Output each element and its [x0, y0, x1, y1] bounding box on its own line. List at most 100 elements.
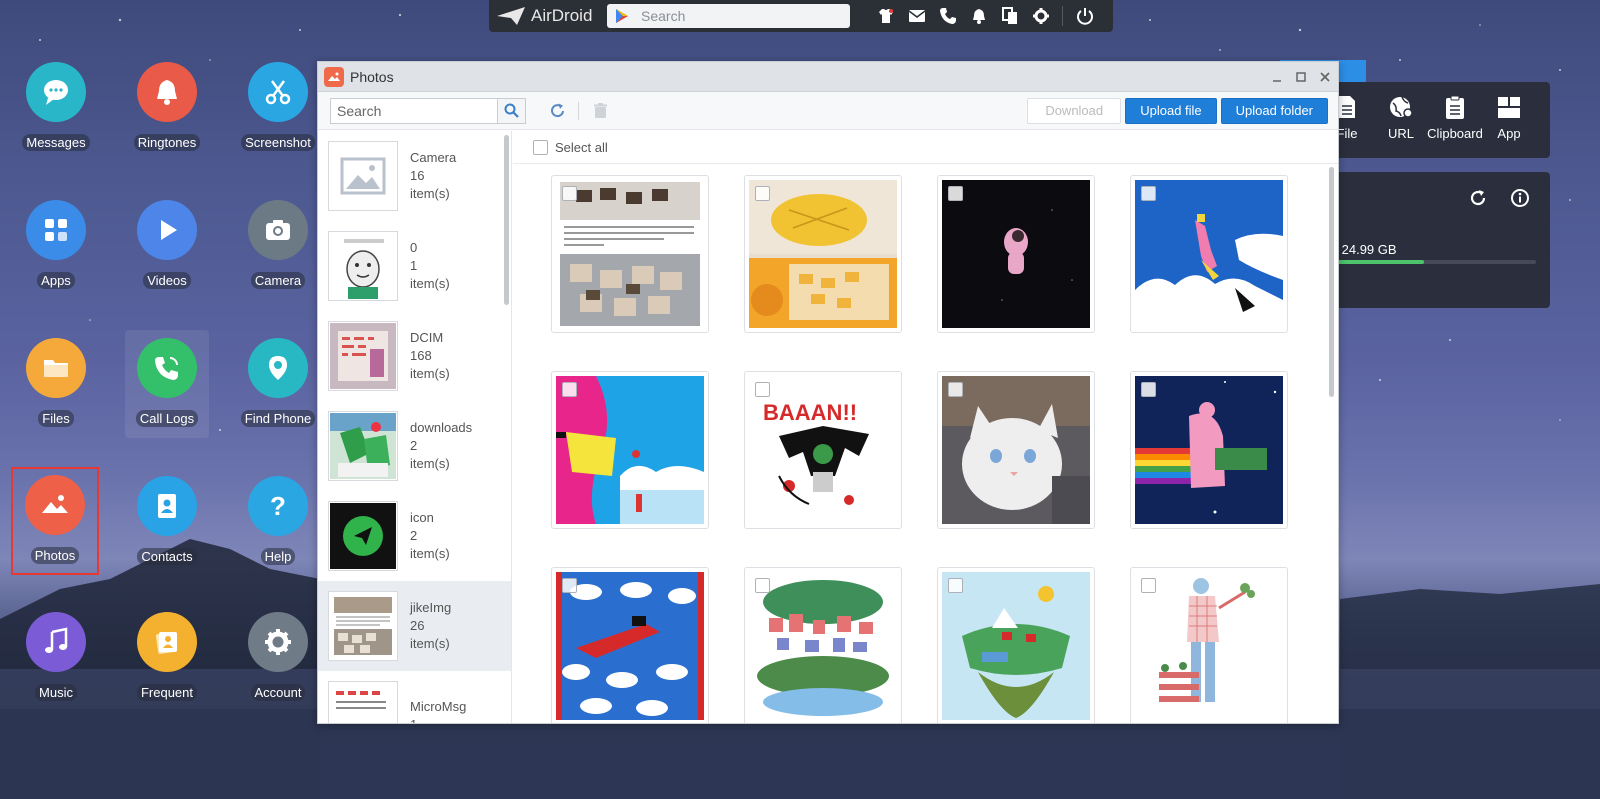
- bell-icon[interactable]: [963, 0, 994, 32]
- album-item-0[interactable]: 0 1 item(s): [318, 221, 511, 311]
- album-count-unit: item(s): [410, 366, 450, 381]
- apps-icon: [26, 200, 86, 260]
- album-thumbnail: [328, 231, 398, 301]
- album-item-icon[interactable]: icon 2 item(s): [318, 491, 511, 581]
- trash-icon[interactable]: [589, 100, 611, 122]
- app-files[interactable]: Files: [14, 336, 98, 446]
- album-list: Camera 16 item(s) 0 1 item(s) DCIM 168 item(s)…: [318, 131, 512, 723]
- app-screenshot[interactable]: Screenshot: [236, 60, 320, 170]
- app-call-logs[interactable]: Call Logs: [125, 330, 209, 438]
- window-title-bar[interactable]: Photos: [318, 62, 1338, 92]
- info-icon[interactable]: [1510, 188, 1530, 208]
- tool-url[interactable]: URL: [1374, 94, 1428, 141]
- photo-tile[interactable]: [1130, 175, 1288, 333]
- tool-label: URL: [1387, 126, 1414, 141]
- refresh-icon[interactable]: [546, 100, 568, 122]
- album-count-unit: item(s): [410, 186, 450, 201]
- photo-checkbox[interactable]: [562, 382, 577, 397]
- app-find-phone[interactable]: Find Phone: [236, 336, 320, 446]
- location-icon: [248, 338, 308, 398]
- search-icon[interactable]: [497, 98, 525, 123]
- upload-file-button[interactable]: Upload file: [1125, 97, 1217, 124]
- photo-tile[interactable]: [551, 371, 709, 529]
- copy-icon[interactable]: [994, 0, 1025, 32]
- album-item-jikeimg[interactable]: jikeImg 26 item(s): [318, 581, 511, 671]
- toolbox-panel: File URL Clipboard App: [1280, 60, 1550, 158]
- message-icon[interactable]: [901, 0, 932, 32]
- album-count: 2: [410, 528, 418, 543]
- close-icon[interactable]: [1318, 70, 1332, 84]
- app-apps[interactable]: Apps: [14, 198, 98, 308]
- app-label: Camera: [250, 272, 306, 289]
- photo-tile[interactable]: [744, 175, 902, 333]
- app-account[interactable]: Account: [236, 610, 320, 720]
- maximize-icon[interactable]: [1294, 70, 1308, 84]
- photo-tile[interactable]: [551, 567, 709, 723]
- photo-checkbox[interactable]: [755, 382, 770, 397]
- app-messages[interactable]: Messages: [14, 60, 98, 170]
- photo-checkbox[interactable]: [562, 186, 577, 201]
- frequent-icon: [137, 612, 197, 672]
- photo-grid-scrollbar[interactable]: [1329, 167, 1334, 397]
- photo-tile[interactable]: [937, 175, 1095, 333]
- select-all-checkbox[interactable]: [533, 139, 548, 155]
- photo-checkbox[interactable]: [755, 186, 770, 201]
- app-camera[interactable]: Camera: [236, 198, 320, 308]
- app-label: Files: [38, 410, 74, 427]
- photo-checkbox[interactable]: [562, 578, 577, 593]
- photo-checkbox[interactable]: [1141, 382, 1156, 397]
- album-count-unit: item(s): [410, 456, 450, 471]
- photo-tile[interactable]: [551, 175, 709, 333]
- album-item-camera[interactable]: Camera 16 item(s): [318, 131, 511, 221]
- album-list-scrollbar[interactable]: [504, 135, 509, 305]
- photo-tile[interactable]: [937, 371, 1095, 529]
- photo-tile[interactable]: [1130, 567, 1288, 723]
- top-search-box[interactable]: Search: [607, 4, 850, 28]
- camera-icon: [248, 200, 308, 260]
- power-icon[interactable]: [1069, 0, 1100, 32]
- album-item-micromsg[interactable]: MicroMsg 1: [318, 671, 511, 723]
- photo-grid-area: Select all BAAAN!!: [513, 131, 1338, 723]
- help-icon: ?: [248, 476, 308, 536]
- photo-checkbox[interactable]: [948, 578, 963, 593]
- brand-name: AirDroid: [531, 6, 593, 25]
- app-music[interactable]: Music: [14, 610, 98, 720]
- app-frequent[interactable]: Frequent: [125, 610, 209, 720]
- refresh-icon[interactable]: [1468, 188, 1488, 208]
- app-photos[interactable]: Photos: [11, 467, 99, 575]
- photo-tile[interactable]: [744, 567, 902, 723]
- album-count: 2: [410, 438, 418, 453]
- photo-checkbox[interactable]: [948, 382, 963, 397]
- album-search-input[interactable]: [331, 98, 497, 123]
- gear-icon[interactable]: [1025, 0, 1056, 32]
- app-label: Find Phone: [240, 410, 316, 427]
- photo-tile[interactable]: BAAAN!!: [744, 371, 902, 529]
- tshirt-icon[interactable]: [870, 0, 901, 32]
- tool-clipboard[interactable]: Clipboard: [1427, 94, 1483, 141]
- app-videos[interactable]: Videos: [125, 198, 209, 308]
- app-label: Apps: [37, 272, 75, 289]
- svg-text:?: ?: [270, 491, 286, 521]
- photo-checkbox[interactable]: [755, 578, 770, 593]
- album-item-downloads[interactable]: downloads 2 item(s): [318, 401, 511, 491]
- photo-tile[interactable]: [1130, 371, 1288, 529]
- app-contacts[interactable]: Contacts: [125, 474, 209, 584]
- app-ringtones[interactable]: Ringtones: [125, 60, 209, 170]
- photo-checkbox[interactable]: [948, 186, 963, 201]
- photos-window: Photos Download Upload file Upload folde…: [317, 61, 1339, 724]
- album-item-dcim[interactable]: DCIM 168 item(s): [318, 311, 511, 401]
- upload-folder-button[interactable]: Upload folder: [1220, 97, 1328, 124]
- tool-label: App: [1497, 126, 1521, 141]
- photo-tile[interactable]: [937, 567, 1095, 723]
- photo-checkbox[interactable]: [1141, 578, 1156, 593]
- floating-island-illustration: [942, 572, 1090, 720]
- phone-icon[interactable]: [932, 0, 963, 32]
- download-button[interactable]: Download: [1027, 97, 1122, 124]
- minimize-icon[interactable]: [1270, 70, 1284, 84]
- album-thumbnail: [328, 591, 398, 661]
- white-cat-photo: [942, 376, 1090, 524]
- tool-app[interactable]: App: [1482, 94, 1536, 141]
- app-help[interactable]: ? Help: [236, 474, 320, 584]
- app-label: Frequent: [136, 684, 198, 701]
- photo-checkbox[interactable]: [1141, 186, 1156, 201]
